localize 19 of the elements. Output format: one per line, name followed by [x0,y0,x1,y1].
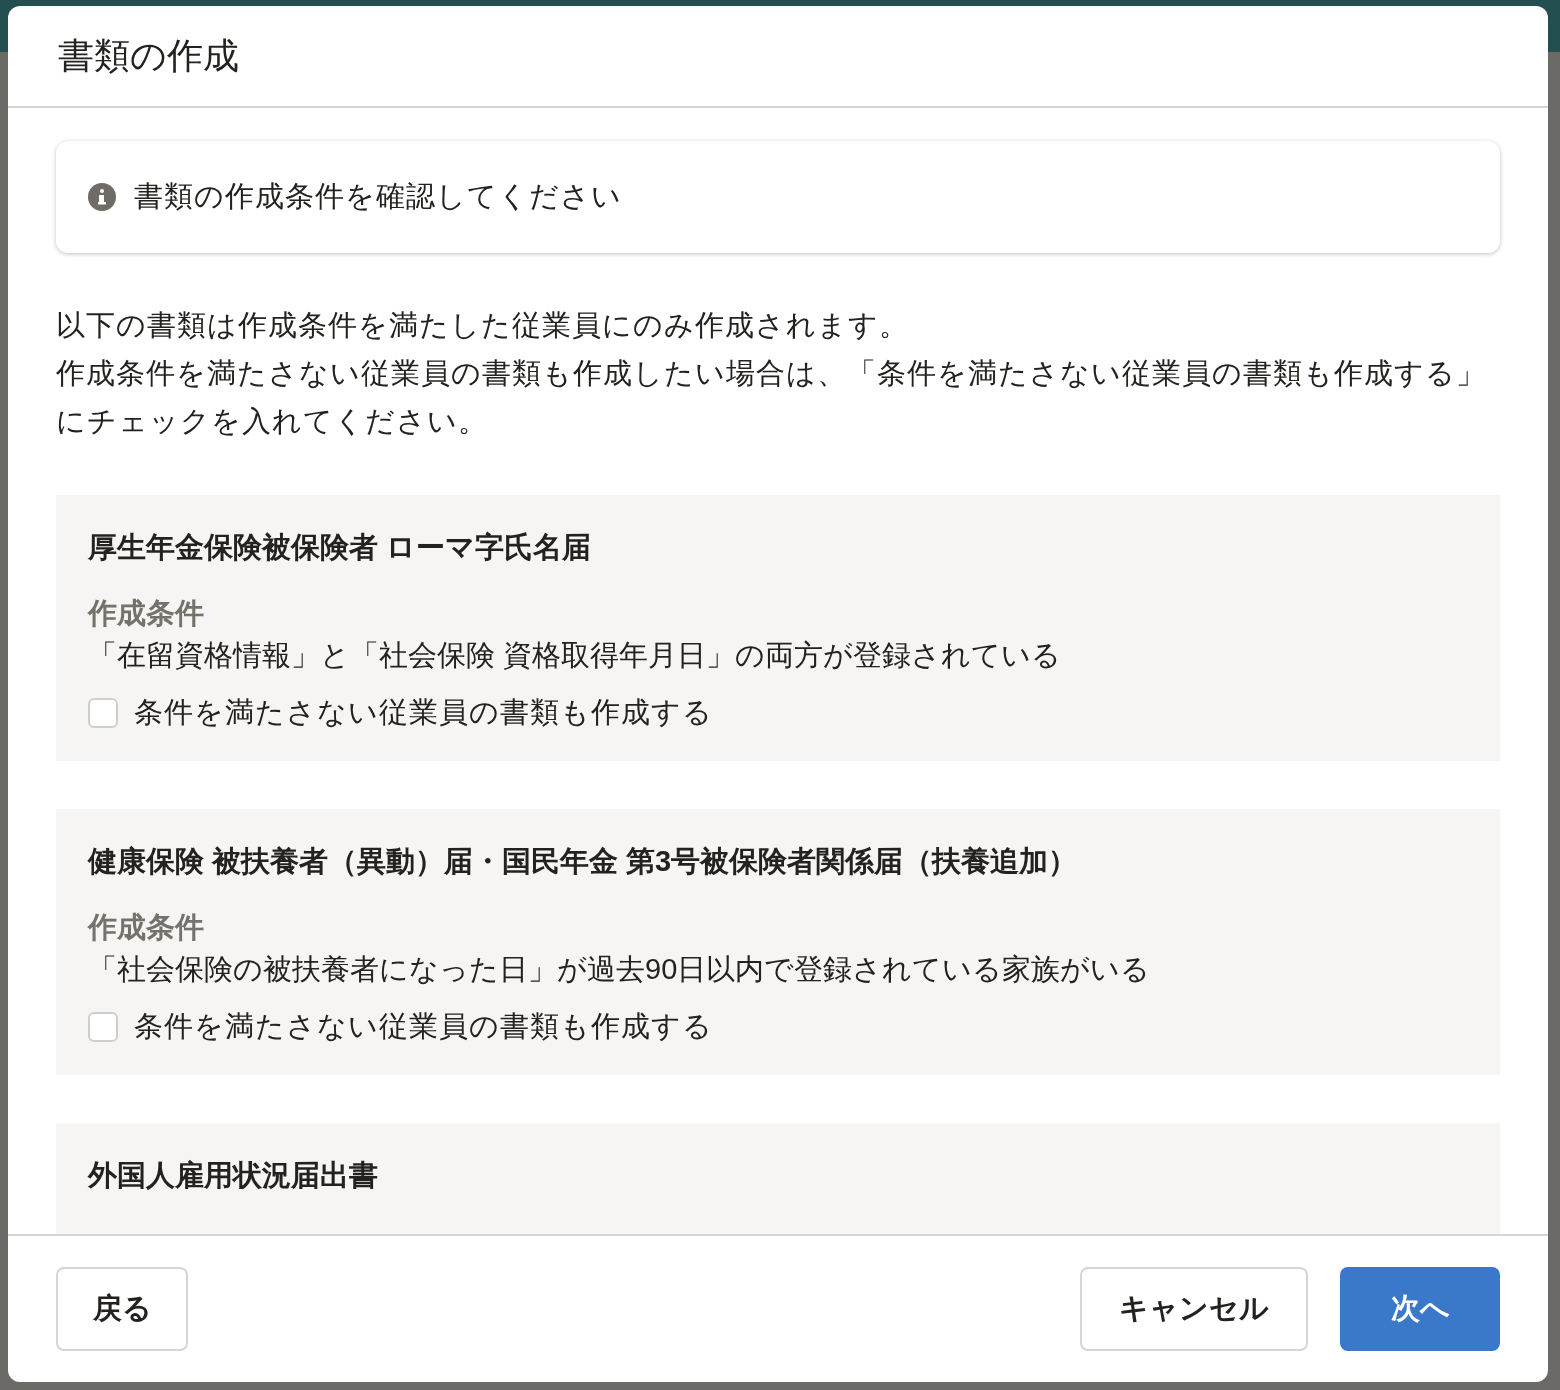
document-title: 外国人雇用状況届出書 [88,1158,379,1193]
condition-label: 作成条件 [88,910,205,945]
cancel-button[interactable]: キャンセル [1080,1267,1308,1351]
notice-text: 書類の作成条件を確認してください [134,179,622,214]
document-title: 厚生年金保険被保険者 ローマ字氏名届 [88,530,593,565]
checkbox-label: 条件を満たさない従業員の書類も作成する [134,1009,713,1044]
info-icon [88,183,116,211]
condition-label: 作成条件 [88,596,205,631]
condition-text: 「社会保険の被扶養者になった日」が過去90日以内で登録されている家族がいる [88,952,1152,987]
next-button[interactable]: 次へ [1340,1267,1500,1351]
description-text: 作成条件を満たさない従業員の書類も作成したい場合は、「条件を満たさない従業員の書類も作成する」にチェックを入れてください。 [56,356,1487,439]
checkbox-label: 条件を満たさない従業員の書類も作成する [134,695,713,730]
back-button[interactable]: 戻る [56,1267,188,1351]
condition-text: 「在留資格情報」と「社会保険 資格取得年月日」の両方が登録されている [88,638,1063,673]
dialog-title: 書類の作成 [58,33,239,78]
description-text: 以下の書類は作成条件を満たした従業員にのみ作成されます。 [56,308,910,343]
document-title: 健康保険 被扶養者（異動）届・国民年金 第3号被保険者関係届（扶養追加） [88,844,1079,879]
checkbox[interactable] [88,698,118,728]
checkbox[interactable] [88,1012,118,1042]
